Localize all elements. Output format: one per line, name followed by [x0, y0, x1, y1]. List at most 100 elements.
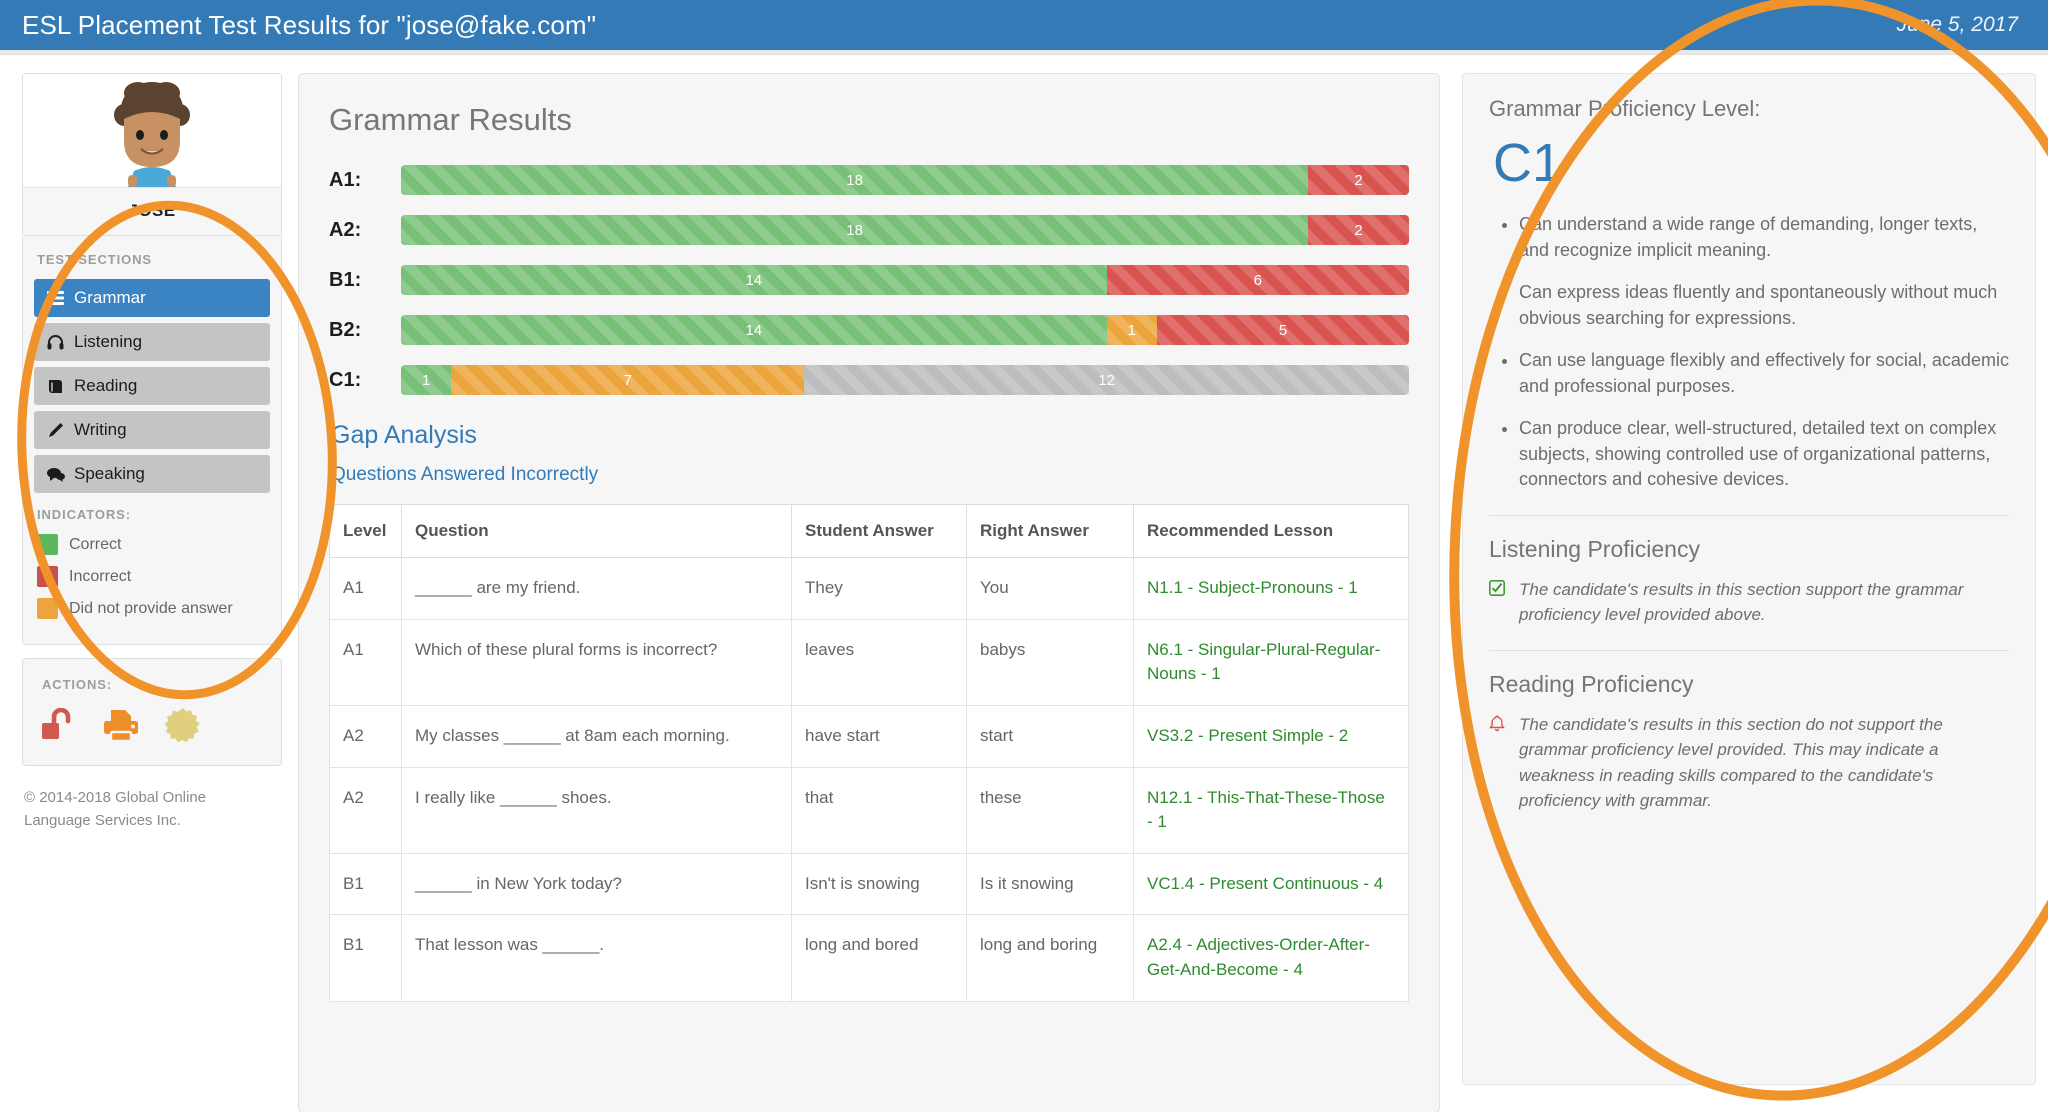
reading-proficiency-note: The candidate's results in this section … — [1489, 712, 2009, 814]
bar-segment-incorrect: 5 — [1157, 315, 1409, 345]
divider — [1489, 515, 2009, 516]
swatch-correct — [37, 534, 58, 555]
table-row: A1Which of these plural forms is incorre… — [330, 619, 1409, 705]
page-body: JOSE TEST SECTIONS Grammar Listening — [0, 55, 2048, 1112]
sidebar-item-label: Writing — [74, 420, 127, 440]
grammar-proficiency-level: C1 — [1493, 136, 2009, 190]
table-cell-level: A1 — [330, 619, 402, 705]
bar-track: 182 — [401, 165, 1409, 195]
divider — [1489, 650, 2009, 651]
unlock-icon[interactable] — [39, 705, 79, 745]
actions-label: ACTIONS: — [42, 677, 267, 692]
sidebar-item-speaking[interactable]: Speaking — [34, 455, 270, 493]
bar-row: C1:1712 — [329, 365, 1409, 395]
sidebar-item-label: Listening — [74, 332, 142, 352]
table-cell-lesson[interactable]: A2.4 - Adjectives-Order-After-Get-And-Be… — [1134, 915, 1409, 1001]
reading-proficiency-heading: Reading Proficiency — [1489, 671, 2009, 698]
listening-note-text: The candidate's results in this section … — [1519, 577, 2009, 628]
bell-icon — [1489, 712, 1509, 737]
table-cell-lesson[interactable]: N6.1 - Singular-Plural-Regular-Nouns - 1 — [1134, 619, 1409, 705]
table-cell-right: these — [967, 767, 1134, 853]
main-content: Grammar Results A1:182A2:182B1:146B2:141… — [282, 73, 1462, 1112]
table-cell-lesson[interactable]: N12.1 - This-That-These-Those - 1 — [1134, 767, 1409, 853]
table-header-cell: Recommended Lesson — [1134, 505, 1409, 558]
headphones-icon — [46, 334, 65, 351]
table-header-cell: Level — [330, 505, 402, 558]
indicators-block: INDICATORS: Correct Incorrect Did not pr… — [34, 507, 270, 619]
page-title: ESL Placement Test Results for "jose@fak… — [22, 10, 596, 41]
bar-row: B1:146 — [329, 265, 1409, 295]
bar-row: A1:182 — [329, 165, 1409, 195]
print-icon[interactable] — [101, 705, 141, 745]
bar-segment-correct: 1 — [401, 365, 451, 395]
sidebar-item-listening[interactable]: Listening — [34, 323, 270, 361]
test-sections-label: TEST SECTIONS — [37, 252, 270, 267]
student-name: JOSE — [23, 187, 281, 235]
bar-segment-incorrect: 2 — [1308, 215, 1409, 245]
bar-track: 182 — [401, 215, 1409, 245]
bar-track: 1712 — [401, 365, 1409, 395]
sidebar: JOSE TEST SECTIONS Grammar Listening — [0, 73, 282, 833]
proficiency-panel: Grammar Proficiency Level: C1 Can unders… — [1462, 73, 2048, 1085]
gap-analysis-table: LevelQuestionStudent AnswerRight AnswerR… — [329, 504, 1409, 1002]
table-cell-level: A1 — [330, 558, 402, 620]
bar-segment-noanswer: 1 — [1107, 315, 1157, 345]
listening-proficiency-heading: Listening Proficiency — [1489, 536, 2009, 563]
table-cell-question: Which of these plural forms is incorrect… — [402, 619, 792, 705]
gap-analysis-heading: Gap Analysis — [331, 421, 1409, 450]
table-row: B1That lesson was ______.long and boredl… — [330, 915, 1409, 1001]
table-cell-level: A2 — [330, 767, 402, 853]
bar-segment-noanswer: 7 — [451, 365, 804, 395]
table-cell-right: babys — [967, 619, 1134, 705]
table-cell-right: start — [967, 705, 1134, 767]
bar-row-label: B1: — [329, 269, 401, 292]
sidebar-item-grammar[interactable]: Grammar — [34, 279, 270, 317]
table-row: A2My classes ______ at 8am each morning.… — [330, 705, 1409, 767]
table-cell-right: Is it snowing — [967, 853, 1134, 915]
swatch-no-answer — [37, 598, 58, 619]
table-cell-right: You — [967, 558, 1134, 620]
sidebar-item-writing[interactable]: Writing — [34, 411, 270, 449]
table-cell-level: A2 — [330, 705, 402, 767]
table-header-cell: Student Answer — [792, 505, 967, 558]
indicator-label: Did not provide answer — [69, 600, 233, 618]
bar-segment-correct: 14 — [401, 265, 1107, 295]
table-cell-lesson[interactable]: N1.1 - Subject-Pronouns - 1 — [1134, 558, 1409, 620]
indicator-label: Incorrect — [69, 568, 131, 586]
book-icon — [46, 378, 65, 395]
table-cell-lesson[interactable]: VC1.4 - Present Continuous - 4 — [1134, 853, 1409, 915]
sidebar-item-label: Reading — [74, 376, 137, 396]
bar-segment-incorrect: 6 — [1107, 265, 1409, 295]
bar-row-label: B2: — [329, 319, 401, 342]
report-date: June 5, 2017 — [1897, 13, 2018, 37]
table-cell-question: My classes ______ at 8am each morning. — [402, 705, 792, 767]
table-cell-question: ______ in New York today? — [402, 853, 792, 915]
bar-row: B2:1415 — [329, 315, 1409, 345]
indicator-no-answer: Did not provide answer — [34, 598, 270, 619]
grammar-proficiency-label: Grammar Proficiency Level: — [1489, 96, 2009, 122]
table-cell-level: B1 — [330, 915, 402, 1001]
sidebar-item-reading[interactable]: Reading — [34, 367, 270, 405]
proficiency-descriptor: Can use language flexibly and effectivel… — [1519, 348, 2009, 399]
listening-proficiency-note: The candidate's results in this section … — [1489, 577, 2009, 628]
grammar-icon — [46, 290, 65, 307]
table-cell-question: That lesson was ______. — [402, 915, 792, 1001]
badge-icon[interactable] — [163, 705, 203, 745]
swatch-incorrect — [37, 566, 58, 587]
table-cell-student: leaves — [792, 619, 967, 705]
indicator-correct: Correct — [34, 534, 270, 555]
bar-segment-unanswered: 12 — [804, 365, 1409, 395]
comments-icon — [46, 466, 65, 483]
sidebar-item-label: Grammar — [74, 288, 146, 308]
grammar-results-chart: A1:182A2:182B1:146B2:1415C1:1712 — [329, 165, 1409, 395]
avatar-illustration — [96, 79, 208, 187]
table-header-row: LevelQuestionStudent AnswerRight AnswerR… — [330, 505, 1409, 558]
table-cell-question: I really like ______ shoes. — [402, 767, 792, 853]
table-cell-lesson[interactable]: VS3.2 - Present Simple - 2 — [1134, 705, 1409, 767]
student-card: JOSE — [22, 73, 282, 236]
check-square-icon — [1489, 577, 1509, 601]
gap-analysis-subheading: Questions Answered Incorrectly — [331, 464, 1409, 486]
table-row: B1______ in New York today?Isn't is snow… — [330, 853, 1409, 915]
table-cell-student: long and bored — [792, 915, 967, 1001]
avatar — [23, 74, 281, 187]
